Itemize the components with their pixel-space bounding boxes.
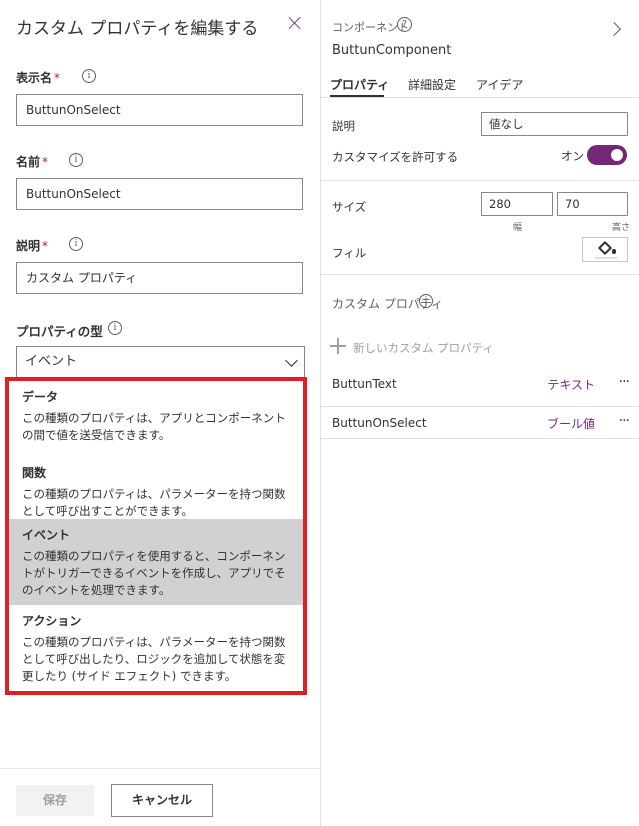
cancel-button[interactable]: キャンセル: [111, 784, 213, 817]
size-label: サイズ: [332, 200, 367, 214]
info-icon[interactable]: i: [108, 321, 122, 335]
option-data[interactable]: データ この種類のプロパティは、アプリとコンポーネントの間で値を送受信できます。: [9, 381, 303, 457]
height-sublabel: 高さ: [612, 223, 631, 233]
help-icon[interactable]: ?: [397, 17, 412, 32]
display-name-label: 表示名 *: [16, 71, 61, 85]
divider: [321, 97, 639, 98]
more-options-icon[interactable]: ···: [619, 374, 630, 390]
custom-property-type: テキスト: [547, 378, 595, 392]
description-input[interactable]: カスタム プロパティ: [16, 262, 303, 294]
option-action[interactable]: アクション この種類のプロパティは、パラメーターを持つ関数として呼び出したり、ロ…: [9, 605, 303, 691]
option-description: この種類のプロパティは、アプリとコンポーネントの間で値を送受信できます。: [22, 411, 286, 442]
save-button[interactable]: 保存: [16, 785, 94, 816]
component-properties-panel: コンポーネント ? ButtunComponent プロパティ 詳細設定 アイデ…: [321, 0, 639, 826]
tab-properties[interactable]: プロパティ: [330, 76, 389, 93]
property-type-dropdown: データ この種類のプロパティは、アプリとコンポーネントの間で値を送受信できます。…: [5, 377, 307, 695]
property-type-select[interactable]: イベント: [16, 346, 305, 378]
paint-drop-icon: [612, 249, 616, 254]
toggle-state-label: オン: [561, 149, 584, 163]
panel-title: カスタム プロパティを編集する: [16, 19, 259, 39]
fill-color-button[interactable]: [582, 237, 628, 262]
height-input[interactable]: 70: [557, 192, 628, 216]
customize-toggle[interactable]: [587, 145, 627, 165]
fill-label: フィル: [332, 246, 367, 260]
info-icon[interactable]: i: [419, 294, 433, 308]
divider: [321, 274, 639, 275]
option-description: この種類のプロパティは、パラメーターを持つ関数として呼び出すことができます。: [22, 487, 286, 518]
component-name: ButtunComponent: [332, 43, 452, 58]
name-label: 名前 *: [16, 155, 49, 169]
option-function[interactable]: 関数 この種類のプロパティは、パラメーターを持つ関数として呼び出すことができます…: [9, 457, 303, 519]
chevron-down-icon: [285, 354, 298, 367]
new-custom-property-button[interactable]: 新しいカスタム プロパティ: [353, 340, 494, 356]
custom-property-name: ButtunText: [332, 377, 397, 391]
info-icon[interactable]: i: [82, 69, 96, 83]
more-options-icon[interactable]: ···: [619, 413, 630, 429]
property-type-label: プロパティの型: [16, 324, 103, 339]
panel-footer: 保存 キャンセル: [0, 768, 320, 826]
option-title: アクション: [22, 614, 82, 628]
description-label: 説明 *: [16, 239, 49, 253]
info-icon[interactable]: i: [69, 153, 83, 167]
option-description: この種類のプロパティは、パラメーターを持つ関数として呼び出したり、ロジックを追加…: [22, 635, 286, 683]
paint-bucket-icon: [597, 240, 613, 256]
width-sublabel: 幅: [513, 223, 523, 233]
option-title: 関数: [22, 466, 47, 480]
option-event[interactable]: イベント この種類のプロパティを使用すると、コンポーネントがトリガーできるイベン…: [9, 519, 303, 605]
custom-property-name: ButtunOnSelect: [332, 416, 427, 430]
option-title: イベント: [22, 528, 71, 542]
plus-icon[interactable]: [330, 338, 346, 354]
chevron-right-icon[interactable]: [606, 21, 622, 37]
property-type-selected: イベント: [25, 354, 78, 369]
option-title: データ: [22, 390, 59, 404]
description-label: 説明: [332, 119, 355, 133]
name-input[interactable]: ButtunOnSelect: [16, 178, 303, 210]
display-name-input[interactable]: ButtunOnSelect: [16, 94, 303, 126]
fill-color-swatch: [595, 257, 617, 259]
description-value-input[interactable]: 値なし: [481, 112, 628, 136]
close-icon[interactable]: [286, 14, 304, 32]
tab-advanced[interactable]: 詳細設定: [408, 76, 456, 93]
width-input[interactable]: 280: [481, 192, 553, 216]
tab-ideas[interactable]: アイデア: [476, 76, 523, 93]
toggle-knob: [611, 149, 623, 161]
customize-label: カスタマイズを許可する: [332, 150, 459, 164]
custom-property-row[interactable]: ButtunOnSelect ブール値 ···: [321, 406, 639, 439]
divider: [321, 180, 639, 181]
info-icon[interactable]: i: [69, 237, 83, 251]
custom-property-row[interactable]: ButtunText テキスト ···: [321, 368, 639, 401]
custom-property-type: ブール値: [546, 417, 595, 431]
edit-property-panel: カスタム プロパティを編集する 表示名 * i ButtunOnSelect 名前…: [0, 0, 320, 826]
option-description: この種類のプロパティを使用すると、コンポーネントがトリガーできるイベントを作成し…: [22, 549, 286, 597]
